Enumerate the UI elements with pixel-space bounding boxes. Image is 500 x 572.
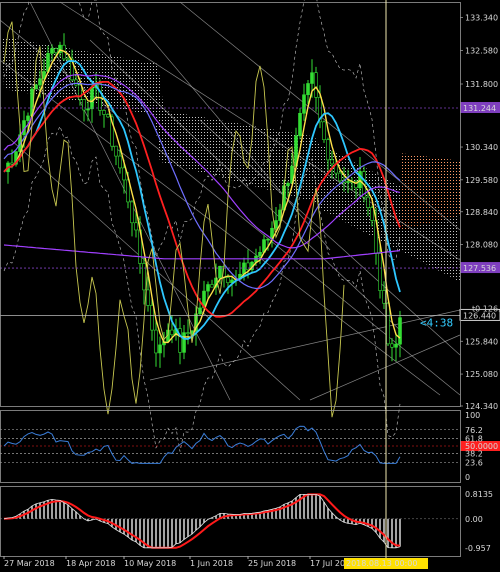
candle-body: [74, 79, 78, 86]
candle-body: [82, 99, 86, 111]
candle-body: [158, 344, 162, 354]
candle-body: [114, 145, 118, 157]
x-tick-label: 18 Apr 2018: [66, 559, 115, 568]
candle-body: [366, 196, 370, 208]
candle-body: [258, 251, 262, 257]
candle-body: [346, 181, 350, 183]
candle-body: [122, 167, 126, 181]
candle-body: [26, 115, 30, 121]
candle-body: [170, 329, 174, 336]
rsi-tick-label: 100: [465, 411, 480, 420]
x-tick-label: 17 Jul 20: [310, 559, 345, 568]
candle-body: [130, 201, 134, 224]
cursor-date-label: 2018.08.13 00:00: [346, 559, 417, 568]
bar-countdown: <4:38: [420, 316, 453, 329]
x-tick-label: 10 May 2018: [124, 559, 176, 568]
candle-body: [86, 108, 90, 111]
macd-tick-label: 0.8135: [465, 490, 493, 499]
candle-body: [322, 121, 326, 140]
candle-body: [326, 139, 330, 161]
candle-body: [198, 307, 202, 315]
candle-body: [34, 84, 38, 90]
candle-body: [38, 78, 42, 86]
candle-body: [330, 159, 334, 165]
candle-body: [370, 207, 374, 221]
candle-body: [150, 305, 154, 331]
x-tick-label: 25 Jun 2018: [248, 559, 296, 568]
candle-body: [398, 317, 402, 345]
candle-body: [394, 343, 398, 348]
candle-body: [298, 113, 302, 137]
price-tick-label: 133.340: [465, 14, 498, 23]
price-tick-label: 128.080: [465, 241, 498, 250]
candle-body: [10, 162, 14, 165]
candle-body: [210, 284, 214, 288]
rsi-tick-label: 0: [465, 473, 470, 482]
candle-body: [286, 182, 290, 187]
price-tick-label: 129.580: [465, 176, 498, 185]
candle-body: [266, 238, 270, 241]
price-tick-label: 130.340: [465, 143, 498, 152]
candle-body: [66, 58, 70, 61]
candle-body: [338, 172, 342, 182]
trading-chart[interactable]: 131.244127.536126.440 133.340132.580131.…: [0, 0, 500, 572]
macd-tick-label: 0.00: [465, 515, 483, 524]
price-tick-label: 131.800: [465, 80, 498, 89]
candle-body: [306, 83, 310, 96]
candle-body: [134, 222, 138, 231]
candle-body: [50, 48, 54, 54]
candle-body: [54, 48, 58, 53]
candle-body: [206, 284, 210, 292]
level-tag-1: 127.536: [463, 264, 496, 273]
candle-body: [102, 110, 106, 115]
x-tick-label: 1 Jun 2018: [190, 559, 233, 568]
macd-tick-label: -0.957: [465, 544, 491, 553]
price-tick-label: 125.080: [465, 370, 498, 379]
price-tick-label: 128.840: [465, 208, 498, 217]
candle-body: [142, 263, 146, 291]
candle-body: [90, 87, 94, 110]
candle-body: [390, 343, 394, 348]
candle-body: [118, 155, 122, 169]
rsi-tick-label: 76.2: [465, 426, 483, 435]
bid-price-label: t0 126.437: [472, 304, 500, 313]
candle-body: [186, 332, 190, 334]
candle-body: [182, 332, 186, 353]
candle-body: [310, 72, 314, 84]
price-tick-label: 132.580: [465, 46, 498, 55]
candle-body: [146, 289, 150, 306]
candle-body: [382, 290, 386, 304]
candle-body: [246, 262, 250, 271]
candle-body: [154, 329, 158, 354]
level-tag-0: 131.244: [463, 104, 496, 113]
rsi-tick-label: 38.2: [465, 449, 483, 458]
candle-body: [314, 72, 318, 98]
x-tick-label: 27 Mar 2018: [4, 559, 55, 568]
candle-body: [302, 94, 306, 114]
candle-body: [106, 114, 110, 118]
candle-body: [226, 277, 230, 284]
candle-body: [378, 253, 382, 291]
price-tick-label: 125.840: [465, 337, 498, 346]
rsi-tick-label: 23.6: [465, 458, 483, 467]
price-tick-label: 124.340: [465, 402, 498, 411]
candle-body: [386, 302, 390, 345]
